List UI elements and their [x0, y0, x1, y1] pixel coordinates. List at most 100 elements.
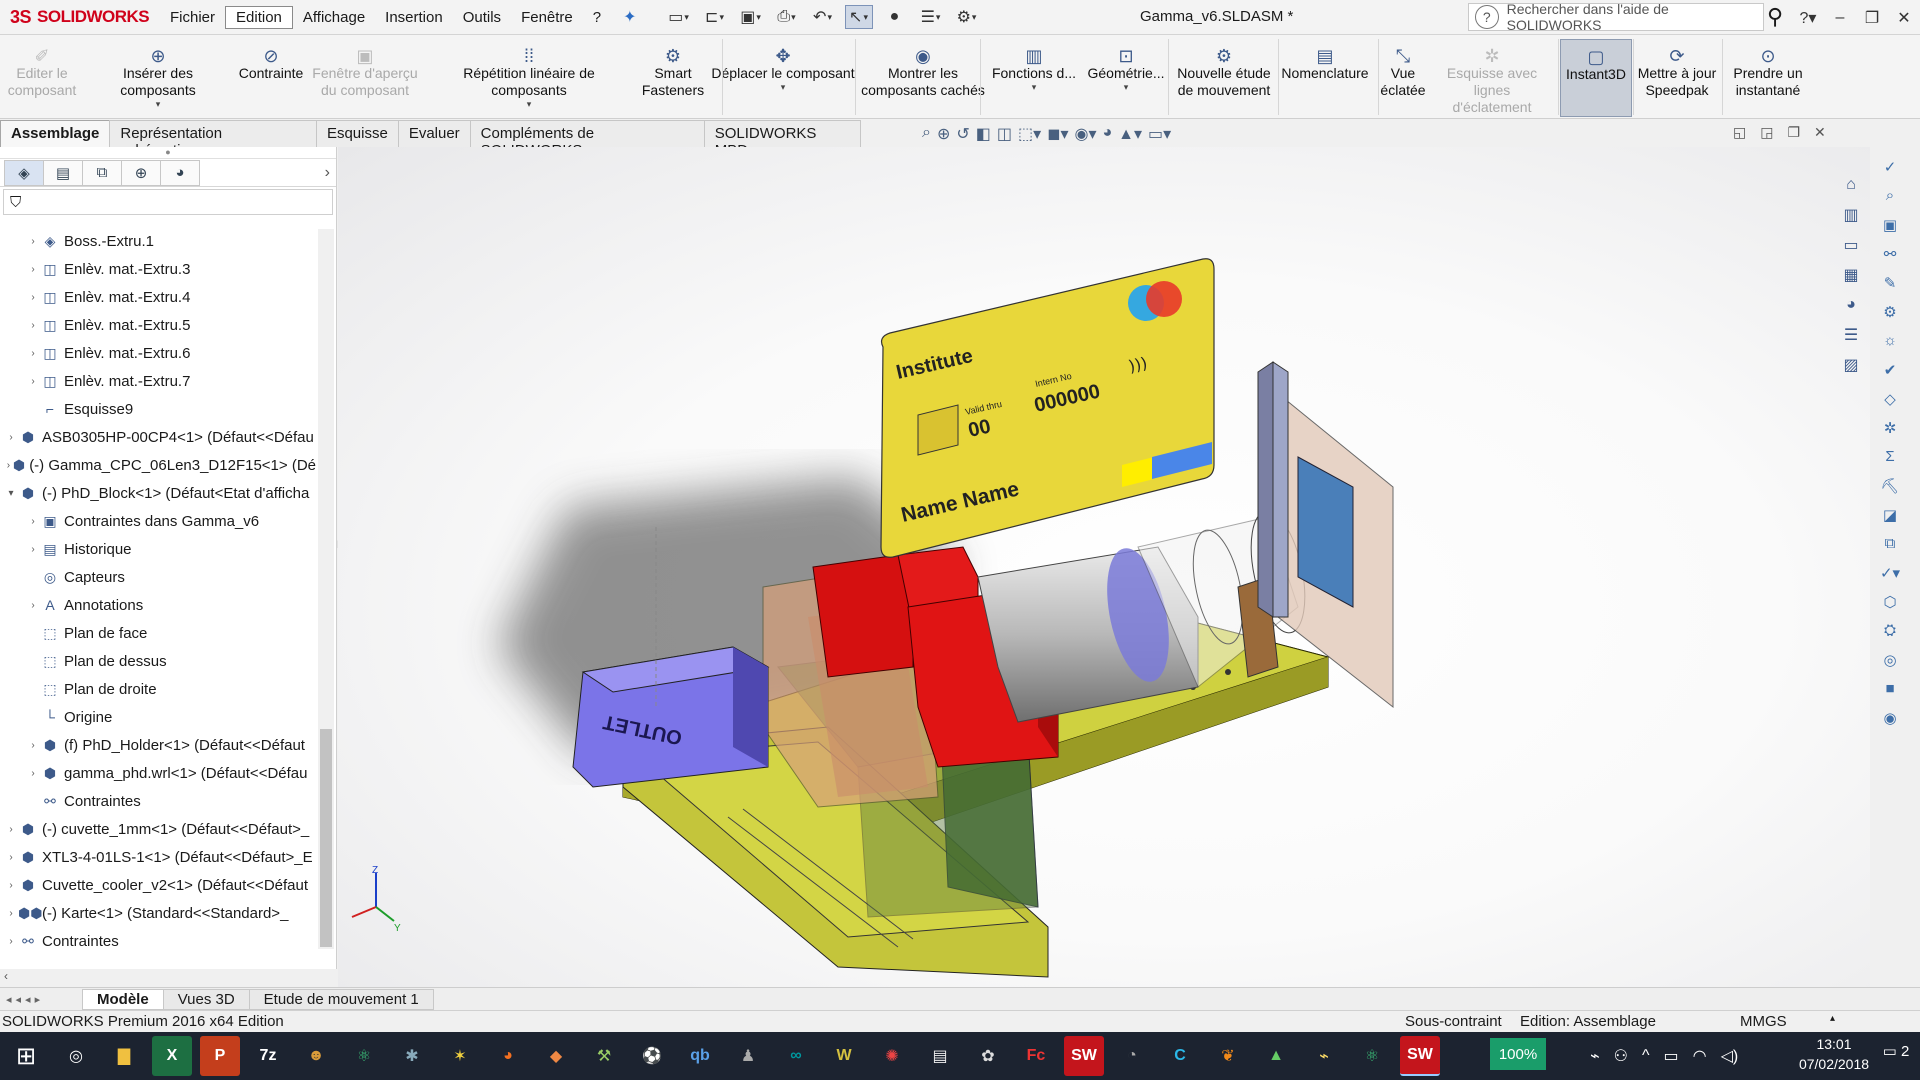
close-icon[interactable]: ✕	[1888, 8, 1920, 28]
app-image-icon[interactable]: ▲	[1256, 1036, 1296, 1076]
tree-item[interactable]: › ⬢ (-) Gamma_CPC_06Len3_D12F15<1> (Dé	[0, 451, 316, 479]
menu-item[interactable]: Affichage	[293, 7, 375, 28]
expand-icon[interactable]: ›	[4, 460, 13, 471]
tree-item[interactable]: ◎ Capteurs	[0, 563, 316, 591]
tab-1[interactable]: Représentation schématique	[109, 120, 317, 159]
arduino-icon[interactable]: ∞	[776, 1036, 816, 1076]
ribbon-button[interactable]: ⁞⁞ Répétition linéaire de composants ▾	[427, 39, 631, 117]
expand-icon[interactable]: ›	[4, 936, 18, 947]
feature-manager-tab-icon[interactable]: ◈	[4, 159, 44, 186]
zoom-to-fit-icon[interactable]: ⌕	[922, 124, 931, 148]
app-gear-icon[interactable]: ✿	[968, 1036, 1008, 1076]
solidworks-taskbar-icon[interactable]: SW	[1064, 1036, 1104, 1076]
tree-item[interactable]: › ⬢ Cuvette_cooler_v2<1> (Défaut<<Défaut	[0, 871, 316, 899]
tree-item[interactable]: › ⬢ XTL3-4-01LS-1<1> (Défaut<<Défaut>_E	[0, 843, 316, 871]
tab-5[interactable]: SOLIDWORKS MBD	[703, 120, 861, 159]
tab-0[interactable]: Assemblage	[0, 120, 111, 147]
expand-icon[interactable]: ›	[4, 852, 18, 863]
physics-icon[interactable]: ✲	[1870, 413, 1910, 442]
expand-icon[interactable]: ›	[4, 824, 18, 835]
tree-item[interactable]: › ◫ Enlèv. mat.-Extru.7	[0, 367, 316, 395]
app-w-icon[interactable]: W	[824, 1036, 864, 1076]
tree-item[interactable]: › A Annotations	[0, 591, 316, 619]
app-tool-icon[interactable]: ⚒	[584, 1036, 624, 1076]
solidworks-active-icon[interactable]: SW	[1400, 1036, 1440, 1076]
file-explorer-taskbar-icon[interactable]: ▇	[104, 1036, 144, 1076]
panel-grip[interactable]: ●	[0, 147, 336, 159]
tab-4[interactable]: Compléments de SOLIDWORKS	[469, 120, 705, 159]
hide-show-icon[interactable]: ◉▾	[1075, 124, 1097, 148]
tree-item[interactable]: › ⬢ gamma_phd.wrl<1> (Défaut<<Défau	[0, 759, 316, 787]
display-style-icon[interactable]: ◼▾	[1047, 124, 1068, 148]
app-spider-icon[interactable]: ✱	[392, 1036, 432, 1076]
check-icon[interactable]: ✔	[1870, 355, 1910, 384]
measure-icon[interactable]: ⌕	[1870, 181, 1910, 210]
graphics-area[interactable]: OUTLET Institute Valid thru 00 Intern No…	[338, 147, 1870, 987]
cortana-icon[interactable]: ◎	[56, 1036, 96, 1076]
app-butterfly-icon[interactable]: ❦	[1208, 1036, 1248, 1076]
ribbon-button[interactable]: ⟳ Mettre à jour Speedpak	[1636, 39, 1718, 117]
interference-icon[interactable]: ⚯	[1870, 239, 1910, 268]
ribbon-button[interactable]: ✥ Déplacer le composant ▾	[708, 39, 858, 117]
ribbon-button[interactable]: ⊡ Géométrie... ▾	[1086, 39, 1166, 117]
tree-item[interactable]: › ◈ Boss.-Extru.1	[0, 227, 316, 255]
tree-item[interactable]: ⌐ Esquisse9	[0, 395, 316, 423]
units-dropdown-icon[interactable]: ▴	[1830, 1013, 1835, 1024]
tree-item[interactable]: › ⚯ Contraintes	[0, 927, 316, 950]
save-icon[interactable]: ▣ ▾	[737, 5, 765, 29]
dropdown-arrow-icon[interactable]: ▾	[781, 82, 786, 92]
menu-item[interactable]: Edition	[225, 5, 293, 29]
shield-icon[interactable]: ◇	[1870, 384, 1910, 413]
zoom-area-icon[interactable]: ⊕	[937, 124, 950, 148]
menu-item[interactable]: Insertion	[375, 7, 453, 28]
menu-item[interactable]: Fichier	[160, 7, 225, 28]
globe-icon[interactable]: ◉	[1870, 703, 1910, 732]
menu-item[interactable]: ?	[583, 7, 611, 28]
verify-icon[interactable]: ◎	[1870, 645, 1910, 674]
ribbon-button[interactable]: ⚙ Nouvelle étude de mouvement	[1172, 39, 1276, 117]
appearances-icon[interactable]: ◕	[1836, 290, 1866, 320]
tree-scrollbar-thumb[interactable]	[320, 729, 332, 947]
viewport-prev-icon[interactable]: ◱	[1733, 124, 1746, 141]
app-doc-icon[interactable]: ▤	[920, 1036, 960, 1076]
dimxpert-tab-icon[interactable]: ⊕	[121, 159, 161, 186]
dropdown-arrow-icon[interactable]: ▾	[1032, 82, 1037, 92]
tree-horizontal-scrollbar[interactable]: ‹	[0, 969, 337, 985]
expand-icon[interactable]: ›	[26, 320, 40, 331]
dropdown-arrow-icon[interactable]: ▾	[527, 99, 532, 109]
app-user-icon[interactable]: ♟	[728, 1036, 768, 1076]
app-diamond-icon[interactable]: ◆	[536, 1036, 576, 1076]
collapse-icon[interactable]: ▾	[4, 488, 18, 499]
panel-expand-arrow-icon[interactable]: ›	[325, 164, 330, 182]
copy-icon[interactable]: ⧉	[1870, 529, 1910, 558]
toolbox-icon[interactable]: ⛏	[1870, 471, 1910, 500]
sum-icon[interactable]: Σ	[1870, 442, 1910, 471]
taskbar-clock[interactable]: 13:01 07/02/2018	[1792, 1034, 1876, 1074]
sketch-tool-icon[interactable]: ✎	[1870, 268, 1910, 297]
dynamic-annotation-icon[interactable]: ◫	[997, 124, 1012, 148]
app-ball-icon[interactable]: ⚽	[632, 1036, 672, 1076]
tab-2[interactable]: Esquisse	[315, 120, 399, 147]
section-view-icon[interactable]: ◧	[976, 124, 991, 148]
traffic-light-icon[interactable]: ●	[881, 5, 909, 29]
undo-icon[interactable]: ↶ ▾	[809, 5, 837, 29]
check-dropdown-icon[interactable]: ✓▾	[1870, 558, 1910, 587]
app-green2-icon[interactable]: ⚛	[1352, 1036, 1392, 1076]
expand-icon[interactable]: ›	[26, 236, 40, 247]
assembly-model[interactable]: OUTLET Institute Valid thru 00 Intern No…	[338, 147, 1870, 987]
tree-item[interactable]: ▾ ⬢ (-) PhD_Block<1> (Défaut<Etat d'affich…	[0, 479, 316, 507]
ribbon-button[interactable]: ⊘ Contrainte	[236, 39, 306, 117]
viewport-close-icon[interactable]: ✕	[1814, 124, 1826, 141]
expand-icon[interactable]: ›	[26, 292, 40, 303]
custom-properties-icon[interactable]: ☰	[1836, 320, 1866, 350]
notification-center-icon[interactable]: ▭ 2	[1876, 1042, 1916, 1060]
tree-item[interactable]: ⚯ Contraintes	[0, 787, 316, 815]
tree-item[interactable]: › ◫ Enlèv. mat.-Extru.4	[0, 283, 316, 311]
ribbon-button[interactable]: ⊕ Insérer des composants ▾	[84, 39, 232, 117]
record-icon[interactable]: ■	[1870, 674, 1910, 703]
wifi-icon[interactable]: ◠	[1693, 1046, 1707, 1066]
power-icon[interactable]: ⌁	[1590, 1046, 1600, 1066]
ribbon-button[interactable]: ▣ Fenêtre d'aperçu du composant	[310, 39, 420, 117]
forum-icon[interactable]: ▨	[1836, 350, 1866, 380]
tree-item[interactable]: › ◫ Enlèv. mat.-Extru.6	[0, 339, 316, 367]
